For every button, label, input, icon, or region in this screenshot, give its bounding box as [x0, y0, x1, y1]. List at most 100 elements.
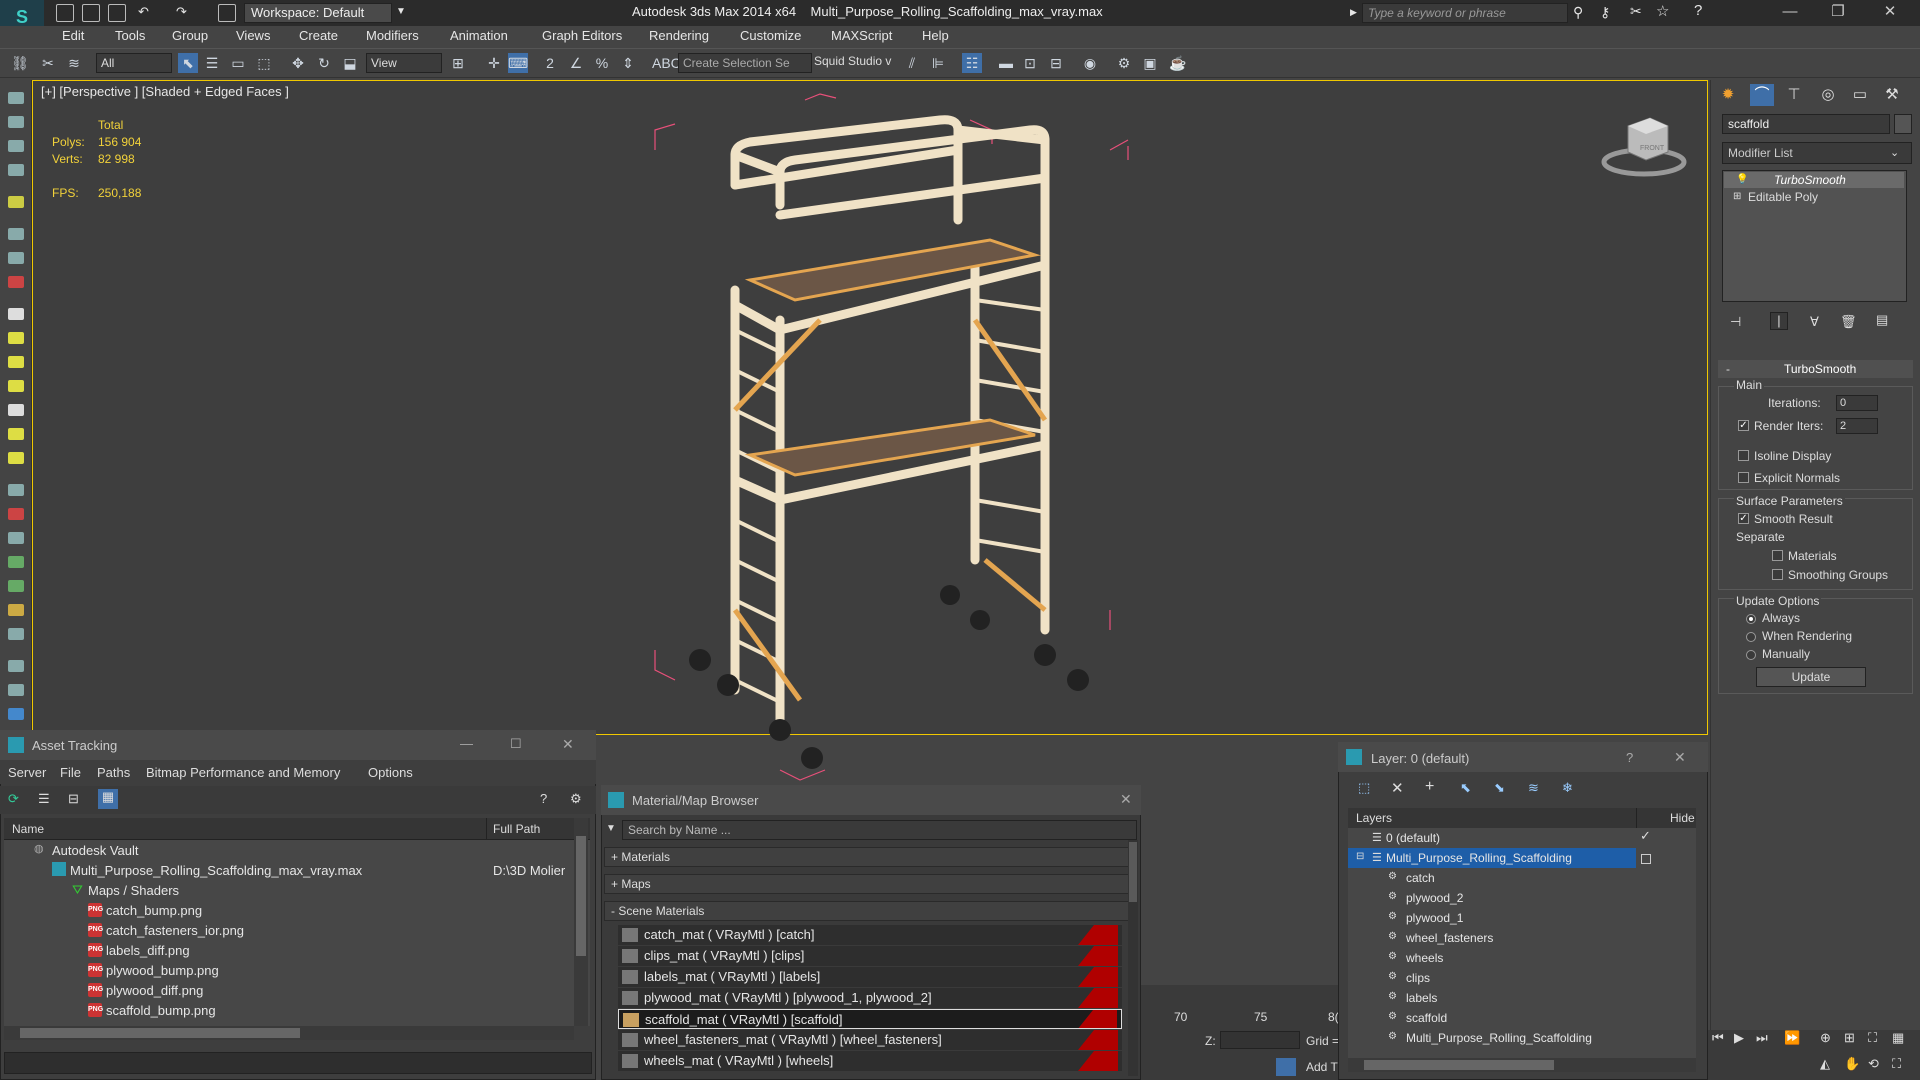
stack-item-editable-poly[interactable]: Editable Poly — [1748, 190, 1818, 204]
refresh-icon[interactable]: ⟳ — [8, 791, 19, 807]
freeze-all-layers-icon[interactable]: ❄ — [1562, 780, 1573, 796]
layer-hscroll-thumb[interactable] — [1364, 1060, 1554, 1070]
browser-options-arrow-icon[interactable]: ▼ — [606, 823, 616, 834]
column-name-header[interactable]: Name — [12, 822, 44, 836]
asset-minimize-button[interactable]: — — [460, 736, 473, 751]
asset-settings-icon[interactable]: ⚙ — [570, 791, 582, 807]
table-view-icon[interactable]: ▦ — [98, 789, 118, 809]
named-selection-dropdown[interactable]: Create Selection Se — [678, 53, 812, 73]
selection-filter-dropdown[interactable]: All — [96, 53, 172, 73]
asset-file-row[interactable]: labels_diff.png — [106, 943, 190, 958]
bind-spacewarp-icon[interactable]: ≋ — [64, 53, 84, 73]
object-color-swatch[interactable] — [1894, 114, 1912, 134]
help-search-input[interactable]: Type a keyword or phrase — [1362, 3, 1568, 23]
strip-tool-icon[interactable] — [8, 356, 24, 368]
asset-menu-paths[interactable]: Paths — [97, 765, 130, 780]
percent-snap-icon[interactable]: % — [592, 53, 612, 73]
strip-tool-icon[interactable] — [8, 580, 24, 592]
menu-rendering[interactable]: Rendering — [649, 28, 709, 43]
create-layer-icon[interactable]: ⬚ — [1358, 780, 1370, 796]
isoline-checkbox[interactable] — [1738, 450, 1749, 461]
menu-maxscript[interactable]: MAXScript — [831, 28, 892, 43]
asset-menu-options[interactable]: Options — [368, 765, 413, 780]
layer-help-button[interactable]: ? — [1626, 750, 1633, 765]
object-name-field[interactable]: scaffold — [1722, 114, 1890, 134]
add-time-tag-label[interactable]: Add T — [1306, 1060, 1338, 1074]
asset-hscroll-thumb[interactable] — [20, 1028, 300, 1038]
hierarchy-tab-icon[interactable]: ⊤ — [1782, 84, 1806, 106]
zoom-extents-icon[interactable]: ⛶ — [1868, 1030, 1877, 1046]
z-coordinate-field[interactable] — [1220, 1031, 1300, 1049]
strip-tool-icon[interactable] — [8, 660, 24, 672]
stack-item-turbosmooth[interactable]: TurboSmooth — [1774, 173, 1846, 187]
orbit-icon[interactable]: ⟲ — [1868, 1056, 1879, 1072]
render-production-icon[interactable]: ☕ — [1168, 53, 1188, 73]
current-layer-check-icon[interactable]: ✓ — [1640, 828, 1651, 844]
render-iters-checkbox[interactable]: ✓ — [1738, 420, 1749, 431]
asset-maximize-button[interactable]: ☐ — [510, 736, 522, 752]
squid-studio-label[interactable]: Squid Studio v — [814, 54, 891, 68]
window-crossing-icon[interactable]: ⬚ — [254, 53, 274, 73]
material-row[interactable]: wheels_mat ( VRayMtl ) [wheels] — [618, 1051, 1122, 1071]
select-manipulate-icon[interactable]: ✛ — [484, 53, 504, 73]
strip-tool-icon[interactable] — [8, 452, 24, 464]
menu-customize[interactable]: Customize — [740, 28, 801, 43]
material-search-input[interactable]: Search by Name ... — [622, 820, 1137, 840]
keyboard-shortcut-icon[interactable]: ⌨ — [508, 53, 528, 73]
strip-tool-icon[interactable] — [8, 508, 24, 520]
select-by-name-icon[interactable]: ☰ — [202, 53, 222, 73]
close-button[interactable]: ✕ — [1870, 2, 1910, 24]
strip-tool-icon[interactable] — [8, 532, 24, 544]
strip-tool-icon[interactable] — [8, 140, 24, 152]
help-icon[interactable]: ? — [1694, 2, 1702, 19]
make-unique-icon[interactable]: ∀ — [1810, 314, 1819, 330]
smoothing-groups-checkbox[interactable] — [1772, 569, 1783, 580]
strip-tool-icon[interactable] — [8, 308, 24, 320]
strip-tool-icon[interactable] — [8, 380, 24, 392]
viewcube[interactable]: FRONT — [1598, 112, 1690, 182]
strip-tool-icon[interactable] — [8, 484, 24, 496]
material-row[interactable]: catch_mat ( VRayMtl ) [catch] — [618, 925, 1122, 945]
viewport-label[interactable]: [+] [Perspective ] [Shaded + Edged Faces… — [41, 84, 289, 99]
menu-create[interactable]: Create — [299, 28, 338, 43]
redo-icon[interactable]: ↷ — [176, 4, 194, 22]
strip-tool-icon[interactable] — [8, 684, 24, 696]
ribbon-icon[interactable]: ▬ — [996, 53, 1016, 73]
strip-tool-icon[interactable] — [8, 164, 24, 176]
maps-group[interactable]: + Maps — [604, 874, 1129, 894]
always-radio[interactable] — [1746, 614, 1756, 624]
strip-tool-icon[interactable] — [8, 404, 24, 416]
manually-radio[interactable] — [1746, 650, 1756, 660]
asset-file-row[interactable]: catch_bump.png — [106, 903, 202, 918]
expand-plus-icon[interactable]: ⊞ — [1733, 191, 1741, 202]
open-file-icon[interactable] — [82, 4, 100, 22]
scaffold-model[interactable] — [640, 90, 1160, 790]
asset-vault-row[interactable]: Autodesk Vault — [52, 843, 138, 858]
layer-close-button[interactable]: ✕ — [1674, 749, 1686, 766]
render-iters-spinner[interactable]: 2 — [1836, 418, 1878, 434]
material-row[interactable]: clips_mat ( VRayMtl ) [clips] — [618, 946, 1122, 966]
strip-tool-icon[interactable] — [8, 252, 24, 264]
strip-tool-icon[interactable] — [8, 92, 24, 104]
highlight-layer-icon[interactable]: ⬊ — [1494, 780, 1505, 796]
lock-selection-icon[interactable] — [1276, 1058, 1296, 1076]
zoom-extents-all-icon[interactable]: ▦ — [1892, 1030, 1904, 1046]
align-icon[interactable]: ⊫ — [928, 53, 948, 73]
strip-tool-icon[interactable] — [8, 708, 24, 720]
display-tab-icon[interactable]: ▭ — [1848, 84, 1872, 106]
snaps-toggle-icon[interactable]: 2 — [540, 53, 560, 73]
rotate-icon[interactable]: ↻ — [314, 53, 334, 73]
asset-menu-file[interactable]: File — [60, 765, 81, 780]
update-button[interactable]: Update — [1756, 667, 1866, 687]
layer-manager-icon[interactable]: ☷ — [962, 53, 982, 73]
asset-close-button[interactable]: ✕ — [562, 736, 574, 753]
asset-file-row[interactable]: plywood_bump.png — [106, 963, 219, 978]
asset-maps-folder-row[interactable]: Maps / Shaders — [88, 883, 179, 898]
menu-animation[interactable]: Animation — [450, 28, 508, 43]
minimize-button[interactable]: — — [1770, 2, 1810, 24]
create-tab-icon[interactable]: ✹ — [1716, 84, 1740, 106]
strip-tool-icon[interactable] — [8, 604, 24, 616]
layers-column-header[interactable]: Layers — [1356, 811, 1392, 825]
column-path-header[interactable]: Full Path — [493, 822, 540, 836]
configure-sets-icon[interactable]: ▤ — [1876, 312, 1888, 328]
